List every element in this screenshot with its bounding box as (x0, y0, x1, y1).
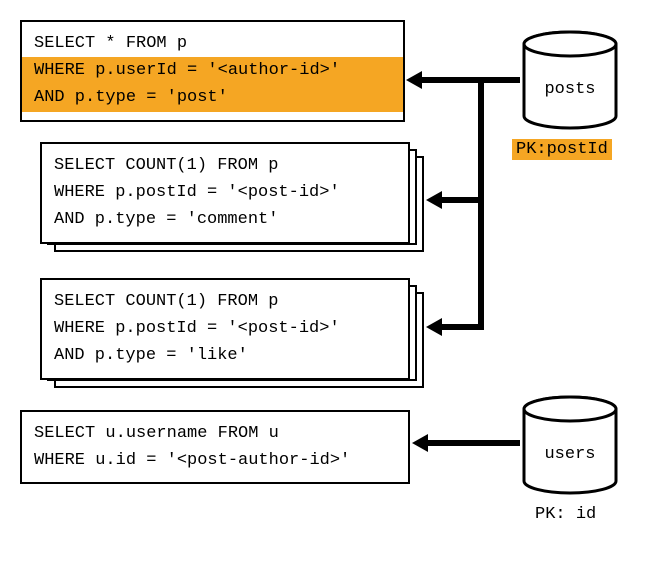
query-box-1: SELECT * FROM p WHERE p.userId = '<autho… (20, 20, 405, 122)
query-text: WHERE p.postId = '<post-id>' (54, 179, 396, 206)
database-cylinder-posts: posts (520, 30, 620, 130)
query-text: WHERE p.postId = '<post-id>' (54, 315, 396, 342)
connector-line (440, 324, 484, 330)
query-text: AND p.type = 'like' (54, 342, 396, 369)
database-label: posts (520, 80, 620, 99)
query-box-2: SELECT COUNT(1) FROM p WHERE p.postId = … (40, 142, 410, 244)
connector-line (426, 440, 520, 446)
pk-key: id (576, 505, 596, 524)
query-box-4: SELECT u.username FROM u WHERE u.id = '<… (20, 410, 410, 484)
arrow-head-icon (426, 318, 442, 336)
pk-label-users: PK: id (535, 505, 596, 524)
query-text: SELECT COUNT(1) FROM p (54, 152, 396, 179)
pk-key: postId (547, 140, 608, 159)
query-text: SELECT u.username FROM u (34, 420, 396, 447)
query-text: SELECT COUNT(1) FROM p (54, 288, 396, 315)
arrow-head-icon (412, 434, 428, 452)
database-cylinder-users: users (520, 395, 620, 495)
query-text: WHERE u.id = '<post-author-id>' (34, 447, 396, 474)
query-text-highlight: WHERE p.userId = '<author-id>' (22, 57, 403, 84)
arrow-head-icon (426, 191, 442, 209)
query-text: AND p.type = 'comment' (54, 206, 396, 233)
pk-label-posts: PK:postId (512, 140, 612, 159)
pk-prefix: PK: (535, 505, 566, 524)
connector-line (421, 77, 481, 83)
connector-line (478, 77, 484, 330)
connector-line (440, 197, 482, 203)
query-text-highlight: AND p.type = 'post' (22, 84, 403, 111)
pk-prefix: PK: (516, 140, 547, 159)
arrow-head-icon (406, 71, 422, 89)
query-text: SELECT * FROM p (34, 30, 391, 57)
query-box-3: SELECT COUNT(1) FROM p WHERE p.postId = … (40, 278, 410, 380)
connector-line (478, 77, 520, 83)
database-label: users (520, 445, 620, 464)
